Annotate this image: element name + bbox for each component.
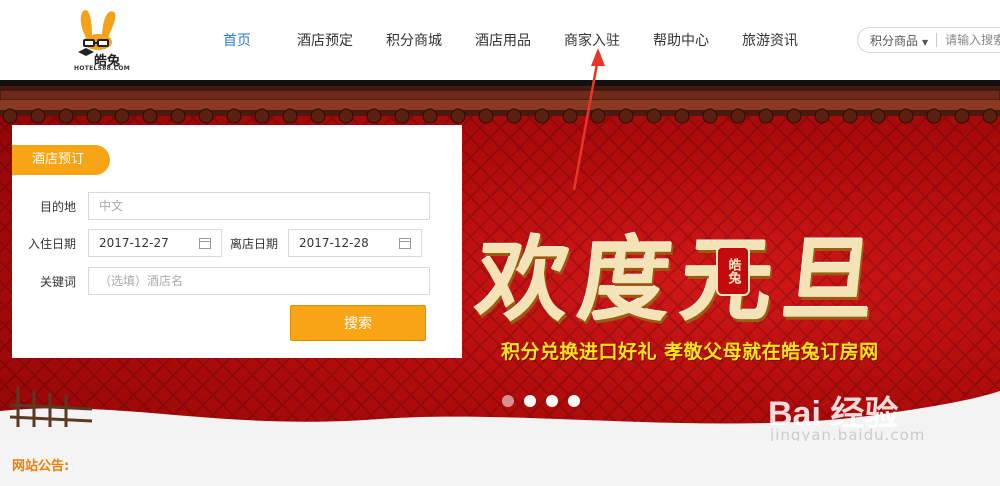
destination-field[interactable] (88, 192, 430, 220)
search-category-select[interactable]: 积分商品 ▼ (858, 32, 928, 49)
main-nav: 首页 酒店预定 积分商城 酒店用品 商家入驻 帮助中心 旅游资讯 (200, 0, 831, 80)
banner-slogan: 积分兑换进口好礼 孝敬父母就在皓兔订房网 (501, 341, 879, 363)
site-search: 积分商品 ▼ (857, 27, 1000, 53)
nav-item-home[interactable]: 首页 (223, 30, 251, 50)
nav-item-hotel-supplies[interactable]: 酒店用品 (475, 30, 531, 50)
logo-domain: HOTEL588.COM (74, 65, 131, 72)
keyword-input[interactable] (99, 274, 419, 288)
destination-row: 目的地 (12, 192, 430, 220)
checkin-date-field[interactable]: 2017-12-27 (88, 229, 222, 257)
destination-input[interactable] (99, 199, 419, 213)
annotation-arrow-icon (572, 48, 605, 191)
destination-label: 目的地 (39, 199, 76, 214)
calendar-icon[interactable] (199, 237, 211, 249)
booking-tab[interactable]: 酒店预订 (12, 145, 110, 175)
checkout-label: 离店日期 (230, 236, 279, 251)
dates-row: 入住日期 2017-12-27 离店日期 2017-12-28 (12, 229, 423, 257)
announcement-bar: 网站公告: (0, 441, 1000, 486)
checkout-date-value: 2017-12-28 (299, 236, 369, 250)
search-button[interactable]: 搜索 (290, 305, 426, 341)
baidu-watermark-url: jingyan.baidu.com (770, 426, 926, 441)
hotel-booking-panel: 酒店预订 目的地 入住日期 2017-12-27 离店日期 2017-12-28… (12, 125, 462, 358)
checkin-label: 入住日期 (27, 236, 76, 251)
calendar-icon[interactable] (399, 237, 412, 249)
keyword-row: 关键词 (12, 267, 430, 295)
roof-tiles-decoration (0, 86, 1000, 124)
banner-seal: 皓兔 (716, 246, 750, 296)
nav-item-hotel-booking[interactable]: 酒店预定 (297, 30, 353, 50)
nav-item-travel-news[interactable]: 旅游资讯 (742, 30, 798, 50)
search-divider (936, 33, 938, 47)
site-header: 皓兔 HOTEL588.COM 首页 酒店预定 积分商城 酒店用品 商家入驻 帮… (0, 0, 1000, 80)
checkin-date-value: 2017-12-27 (99, 236, 169, 250)
keyword-field[interactable] (88, 267, 430, 295)
checkout-date-field[interactable]: 2017-12-28 (288, 229, 423, 257)
search-category-label: 积分商品 (870, 33, 919, 48)
search-input[interactable] (945, 33, 1000, 47)
banner-headline: 欢度元旦 (471, 226, 891, 334)
caret-down-icon: ▼ (922, 37, 929, 47)
nav-item-points-mall[interactable]: 积分商城 (386, 30, 442, 50)
nav-item-help-center[interactable]: 帮助中心 (653, 30, 709, 50)
keyword-label: 关键词 (39, 274, 76, 289)
announcement-title: 网站公告: (12, 459, 70, 474)
